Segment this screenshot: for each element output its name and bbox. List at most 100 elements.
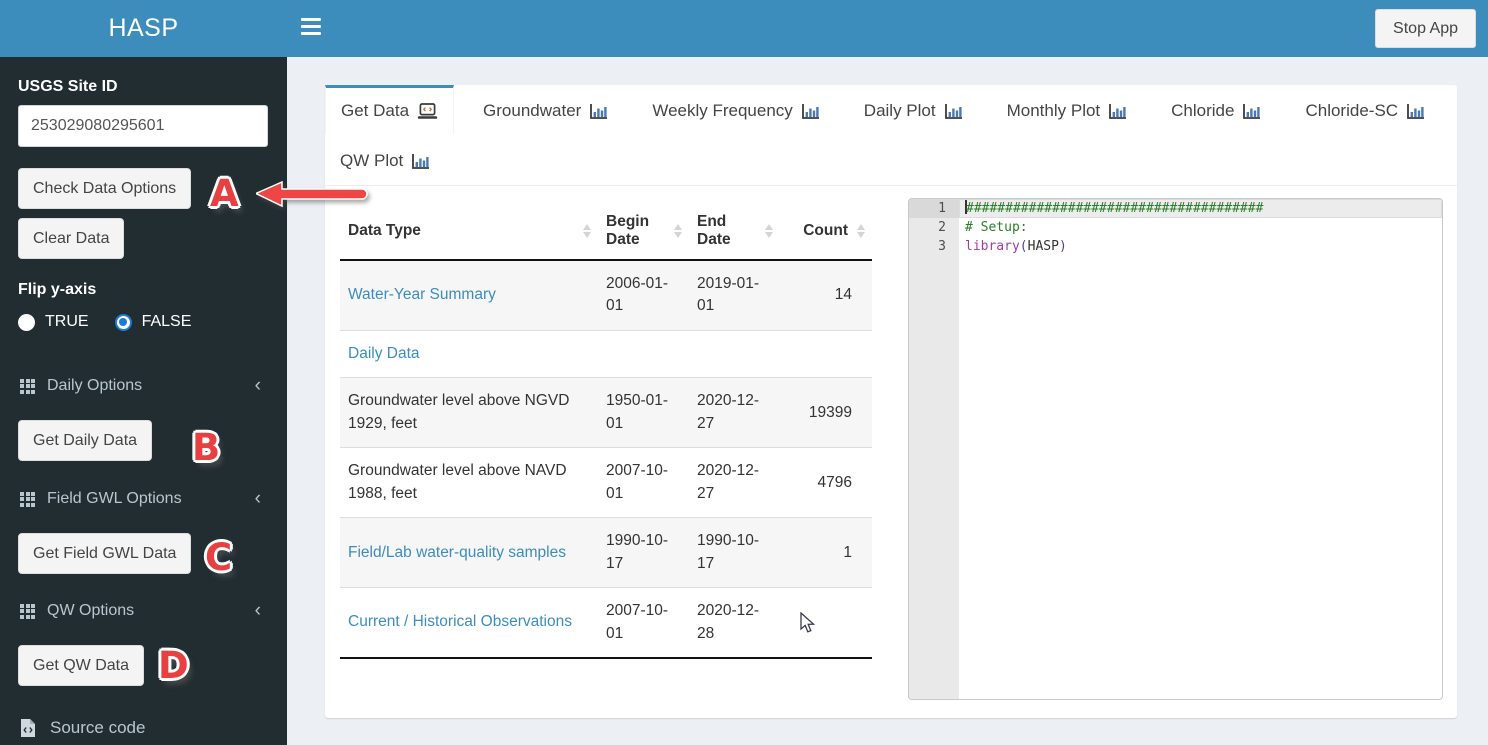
table-row: Groundwater level above NAVD 1988, feet … <box>340 448 872 518</box>
annotation-letter-b: B <box>192 426 220 469</box>
stop-app-button[interactable]: Stop App <box>1375 9 1476 48</box>
sidebar-item-daily-options[interactable]: Daily Options ‹ <box>0 369 287 403</box>
data-type-link[interactable]: Water-Year Summary <box>348 286 496 303</box>
table-row: Daily Data <box>340 330 872 377</box>
flip-y-axis-label: Flip y-axis <box>18 281 96 299</box>
laptop-code-icon <box>417 103 438 120</box>
column-header-data-type[interactable]: Data Type <box>340 203 598 260</box>
data-type-link[interactable]: Current / Historical Observations <box>348 613 572 630</box>
bar-chart-icon <box>411 153 430 170</box>
radio-true[interactable] <box>18 314 35 331</box>
tab-qw-plot[interactable]: QW Plot <box>325 134 445 185</box>
source-code-label: Source code <box>50 718 145 738</box>
bar-chart-icon <box>1108 103 1127 120</box>
sidebar-toggle-icon[interactable] <box>301 18 323 38</box>
table-row: Groundwater level above NGVD 1929, feet … <box>340 378 872 448</box>
end-date-cell <box>689 330 780 377</box>
radio-false-label[interactable]: FALSE <box>142 313 192 331</box>
begin-date-cell: 2007-10-01 <box>598 448 689 518</box>
sidebar-item-source-code[interactable]: Source code <box>0 710 287 745</box>
sidebar-item-field-gwl-options[interactable]: Field GWL Options ‹ <box>0 482 287 516</box>
sort-icon[interactable] <box>583 224 592 238</box>
count-cell: 1 <box>780 518 872 588</box>
bar-chart-icon <box>1242 103 1261 120</box>
begin-date-cell <box>598 330 689 377</box>
tab-label: Monthly Plot <box>1007 101 1101 121</box>
line-number: 2 <box>909 218 959 237</box>
daily-options-label: Daily Options <box>47 377 142 395</box>
begin-date-cell: 1950-01-01 <box>598 378 689 448</box>
count-cell: 14 <box>780 260 872 330</box>
tab-chloride-sc[interactable]: Chloride-SC <box>1290 85 1440 134</box>
grid-icon <box>20 492 35 507</box>
count-cell: 4796 <box>780 448 872 518</box>
code-line: 1 ###################################### <box>909 199 1442 218</box>
annotation-letter-c: C <box>205 536 232 579</box>
count-cell <box>780 588 872 658</box>
radio-true-label[interactable]: TRUE <box>45 313 89 331</box>
tab-label: Chloride <box>1171 101 1234 121</box>
tab-monthly-plot[interactable]: Monthly Plot <box>992 85 1143 134</box>
tab-row-2: QW Plot <box>325 134 1457 186</box>
begin-date-cell: 2006-01-01 <box>598 260 689 330</box>
sort-icon[interactable] <box>765 224 774 238</box>
annotation-letter-d: D <box>158 644 189 687</box>
annotation-letter-a: A <box>210 172 239 215</box>
count-cell <box>780 330 872 377</box>
tab-label: Chloride-SC <box>1305 101 1398 121</box>
radio-false[interactable] <box>115 314 132 331</box>
tab-row-1: Get Data Groundwater Weekly Frequency Da… <box>325 85 1457 134</box>
code-line: 2 # Setup: <box>909 218 1442 237</box>
count-cell: 19399 <box>780 378 872 448</box>
tab-get-data[interactable]: Get Data <box>325 85 454 134</box>
code-editor[interactable]: 1 ######################################… <box>908 198 1443 700</box>
sidebar: USGS Site ID Check Data Options Clear Da… <box>0 57 287 745</box>
begin-date-cell: 1990-10-17 <box>598 518 689 588</box>
data-type-text: Groundwater level above NAVD 1988, feet <box>348 462 567 501</box>
end-date-cell: 2019-01-01 <box>689 260 780 330</box>
begin-date-cell: 2007-10-01 <box>598 588 689 658</box>
tab-groundwater[interactable]: Groundwater <box>468 85 623 134</box>
get-daily-data-button[interactable]: Get Daily Data <box>18 420 152 461</box>
end-date-cell: 1990-10-17 <box>689 518 780 588</box>
tab-label: Get Data <box>341 101 409 121</box>
tab-chloride[interactable]: Chloride <box>1156 85 1276 134</box>
clear-data-button[interactable]: Clear Data <box>18 218 124 259</box>
qw-options-label: QW Options <box>47 602 134 620</box>
data-type-text: Groundwater level above NGVD 1929, feet <box>348 392 569 431</box>
file-code-icon <box>20 718 36 738</box>
field-gwl-options-label: Field GWL Options <box>47 490 182 508</box>
app-logo: HASP <box>0 0 287 57</box>
tab-box: Get Data Groundwater Weekly Frequency Da… <box>325 85 1457 718</box>
column-header-count[interactable]: Count <box>780 203 872 260</box>
check-data-options-button[interactable]: Check Data Options <box>18 168 191 209</box>
table-row: Water-Year Summary 2006-01-01 2019-01-01… <box>340 260 872 330</box>
mouse-cursor-icon <box>800 612 819 634</box>
sort-icon[interactable] <box>857 224 866 238</box>
tab-daily-plot[interactable]: Daily Plot <box>849 85 978 134</box>
sort-icon[interactable] <box>674 224 683 238</box>
top-navbar: Stop App <box>287 0 1488 57</box>
chevron-left-icon: ‹ <box>255 492 261 506</box>
grid-icon <box>20 604 35 619</box>
get-field-gwl-data-button[interactable]: Get Field GWL Data <box>18 533 191 574</box>
editor-gutter <box>909 199 959 699</box>
column-header-begin-date[interactable]: Begin Date <box>598 203 689 260</box>
tab-label: Daily Plot <box>864 101 936 121</box>
column-header-end-date[interactable]: End Date <box>689 203 780 260</box>
get-qw-data-button[interactable]: Get QW Data <box>18 645 144 686</box>
table-row: Current / Historical Observations 2007-1… <box>340 588 872 658</box>
data-type-link[interactable]: Daily Data <box>348 345 420 362</box>
site-id-input[interactable] <box>18 105 268 147</box>
line-number: 1 <box>909 199 959 218</box>
tab-weekly-frequency[interactable]: Weekly Frequency <box>637 85 834 134</box>
data-options-table: Data Type Begin Date End Date Count Wate… <box>340 203 872 659</box>
line-number: 3 <box>909 237 959 256</box>
end-date-cell: 2020-12-27 <box>689 378 780 448</box>
tab-label: QW Plot <box>340 151 403 171</box>
sidebar-item-qw-options[interactable]: QW Options ‹ <box>0 594 287 628</box>
bar-chart-icon <box>801 103 820 120</box>
chevron-left-icon: ‹ <box>255 379 261 393</box>
tab-label: Weekly Frequency <box>652 101 792 121</box>
data-type-link[interactable]: Field/Lab water-quality samples <box>348 544 566 561</box>
